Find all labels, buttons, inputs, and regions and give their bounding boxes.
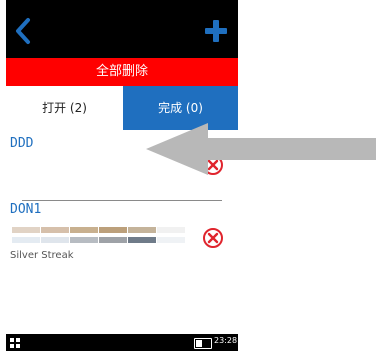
delete-all-button[interactable]: 全部删除 [6,58,238,86]
color-swatch [128,237,156,243]
list-item-name[interactable]: DON1 [10,202,41,217]
color-swatch [70,237,98,243]
tab-open[interactable]: 打开 (2) [6,86,123,130]
color-swatch [128,227,156,233]
windows-logo-icon [10,338,20,348]
top-bar [6,0,238,58]
color-swatch [70,227,98,233]
color-swatch [41,227,69,233]
remove-item-button[interactable] [202,227,224,249]
color-swatch [12,227,40,233]
battery-level [196,340,202,347]
divider [22,200,222,201]
back-button[interactable] [10,14,40,48]
chevron-left-icon [16,18,30,44]
color-swatch [157,227,185,233]
circle-x-icon [203,228,223,248]
battery-icon [194,338,212,349]
list-item-name[interactable]: DDD [10,136,33,151]
color-swatch [41,237,69,243]
color-swatches [12,227,186,247]
color-swatch [99,237,127,243]
color-swatch [12,237,40,243]
swatch-caption: Silver Streak [10,250,74,261]
add-button[interactable] [200,14,232,48]
status-bar: 23:28 [6,334,238,351]
color-swatch [157,237,185,243]
arrow-left-icon [146,123,376,175]
status-time: 23:28 [214,336,238,345]
color-swatch [99,227,127,233]
plus-icon [205,20,227,42]
